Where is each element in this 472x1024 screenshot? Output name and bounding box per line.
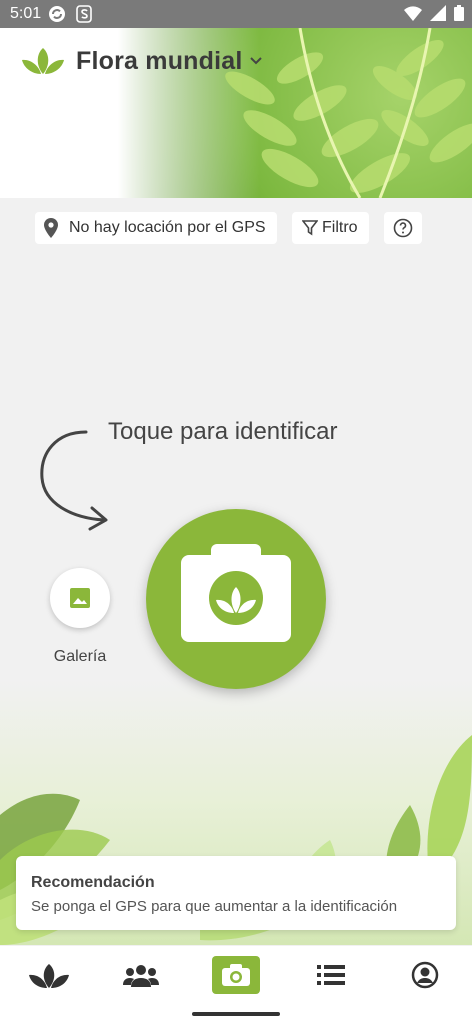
status-bar: 5:01: [0, 0, 472, 28]
profile-icon: [411, 961, 439, 989]
recommendation-text: Se ponga el GPS para que aumentar a la i…: [31, 898, 398, 915]
sync-icon: [49, 6, 65, 22]
nav-profile[interactable]: [398, 956, 452, 994]
wifi-icon: [404, 6, 422, 21]
leaf-logo-icon: [22, 48, 64, 74]
clock: 5:01: [10, 5, 42, 22]
bottom-navigation: [0, 946, 472, 1004]
filter-button[interactable]: Filtro: [292, 212, 369, 244]
gps-label: No hay locación por el GPS: [69, 219, 266, 236]
gallery-label: Galería: [53, 648, 107, 665]
signal-icon: [430, 5, 446, 21]
header-banner: Flora mundial: [0, 28, 472, 198]
community-icon: [123, 965, 159, 987]
nav-plants[interactable]: [22, 956, 76, 994]
gps-location-chip[interactable]: No hay locación por el GPS: [35, 212, 277, 244]
app-title: Flora mundial: [76, 46, 243, 75]
app-switcher[interactable]: Flora mundial: [22, 46, 263, 76]
notification-s-icon: [76, 5, 92, 23]
filter-label: Filtro: [322, 219, 358, 236]
camera-plant-icon: [181, 544, 291, 642]
recommendation-card: Recomendación Se ponga el GPS para que a…: [16, 856, 456, 930]
image-icon: [70, 588, 90, 608]
chevron-down-icon: [249, 57, 262, 65]
battery-icon: [454, 5, 464, 21]
camera-icon: [222, 964, 250, 986]
help-button[interactable]: [384, 212, 422, 244]
gallery-button[interactable]: [50, 568, 110, 628]
nav-list[interactable]: [304, 956, 358, 994]
filter-icon: [302, 220, 318, 236]
nav-community[interactable]: [114, 956, 168, 994]
home-indicator[interactable]: [192, 1012, 280, 1016]
curved-arrow-icon: [40, 430, 108, 531]
identify-camera-button[interactable]: [146, 509, 326, 689]
identify-hint: Toque para identificar: [108, 418, 338, 445]
nav-camera[interactable]: [212, 956, 260, 994]
location-pin-icon: [44, 218, 58, 238]
plants-icon: [29, 964, 69, 988]
list-icon: [317, 965, 345, 985]
recommendation-title: Recomendación: [31, 874, 155, 891]
gesture-bar: [0, 1004, 472, 1024]
help-icon: [393, 218, 413, 238]
